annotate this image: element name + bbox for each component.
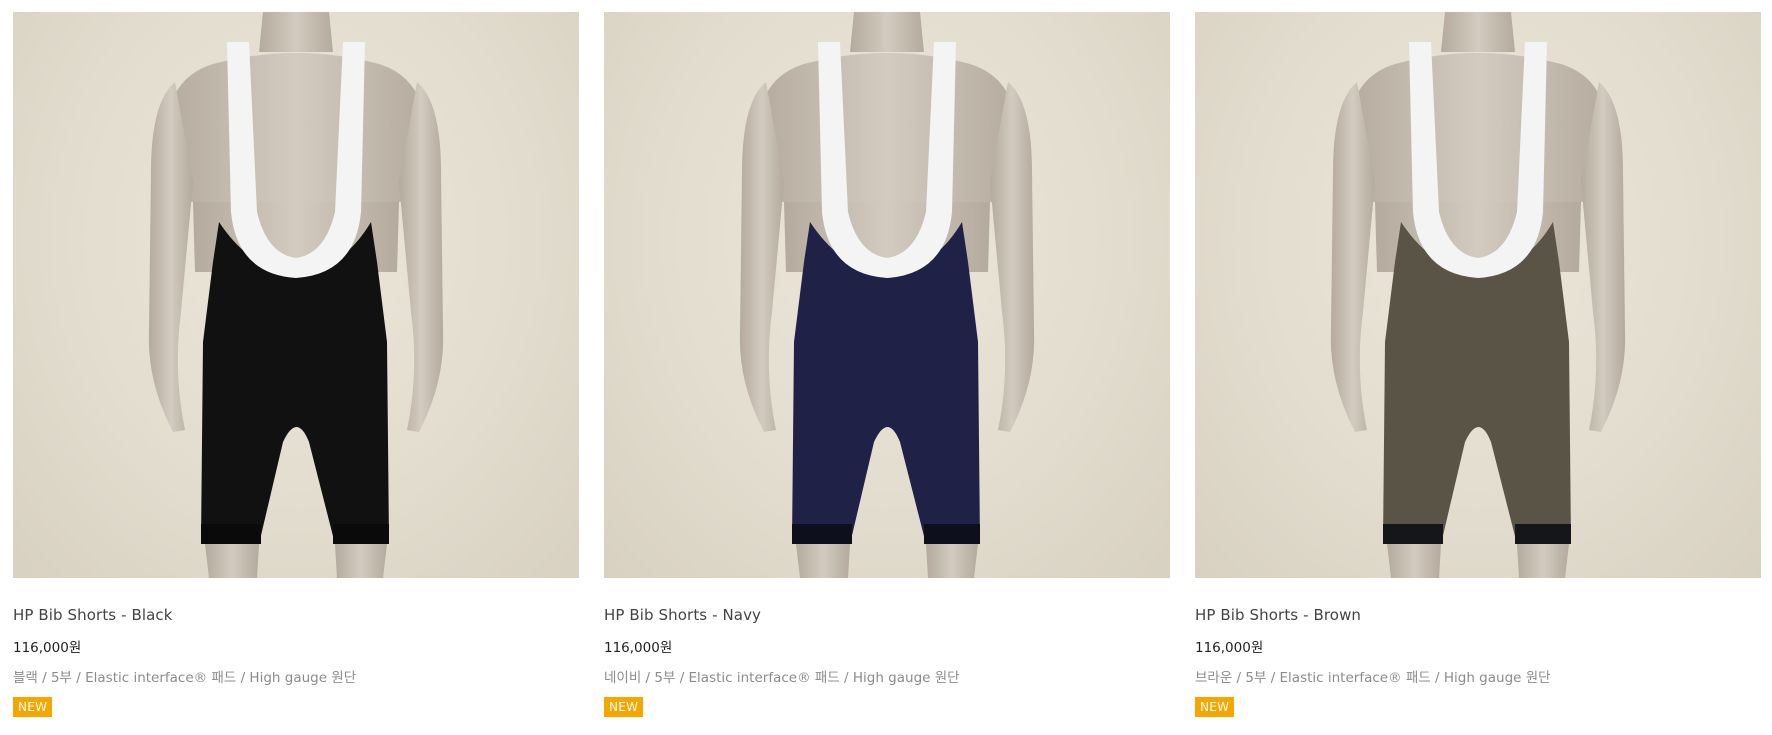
product-grid: HP Bib Shorts - Black 116,000원 블랙 / 5부 /… bbox=[13, 12, 1761, 717]
product-card[interactable]: HP Bib Shorts - Navy 116,000원 네이비 / 5부 /… bbox=[604, 12, 1170, 717]
mannequin-figure bbox=[739, 12, 1035, 578]
product-image[interactable] bbox=[1195, 12, 1761, 578]
product-description: 블랙 / 5부 / Elastic interface® 패드 / High g… bbox=[13, 670, 357, 686]
product-name[interactable]: HP Bib Shorts - Brown bbox=[1195, 605, 1761, 625]
product-name[interactable]: HP Bib Shorts - Navy bbox=[604, 605, 1170, 625]
product-price: 116,000원 bbox=[13, 640, 82, 656]
new-badge: NEW bbox=[13, 697, 53, 717]
mannequin-figure bbox=[1330, 12, 1626, 578]
product-image[interactable] bbox=[604, 12, 1170, 578]
new-badge: NEW bbox=[604, 697, 644, 717]
product-image[interactable] bbox=[13, 12, 579, 578]
product-description: 네이비 / 5부 / Elastic interface® 패드 / High … bbox=[604, 670, 960, 686]
product-name[interactable]: HP Bib Shorts - Black bbox=[13, 605, 579, 625]
product-description: 브라운 / 5부 / Elastic interface® 패드 / High … bbox=[1195, 670, 1551, 686]
mannequin-figure bbox=[148, 12, 444, 578]
product-card[interactable]: HP Bib Shorts - Brown 116,000원 브라운 / 5부 … bbox=[1195, 12, 1761, 717]
product-price: 116,000원 bbox=[604, 640, 673, 656]
product-price: 116,000원 bbox=[1195, 640, 1264, 656]
new-badge: NEW bbox=[1195, 697, 1235, 717]
product-card[interactable]: HP Bib Shorts - Black 116,000원 블랙 / 5부 /… bbox=[13, 12, 579, 717]
